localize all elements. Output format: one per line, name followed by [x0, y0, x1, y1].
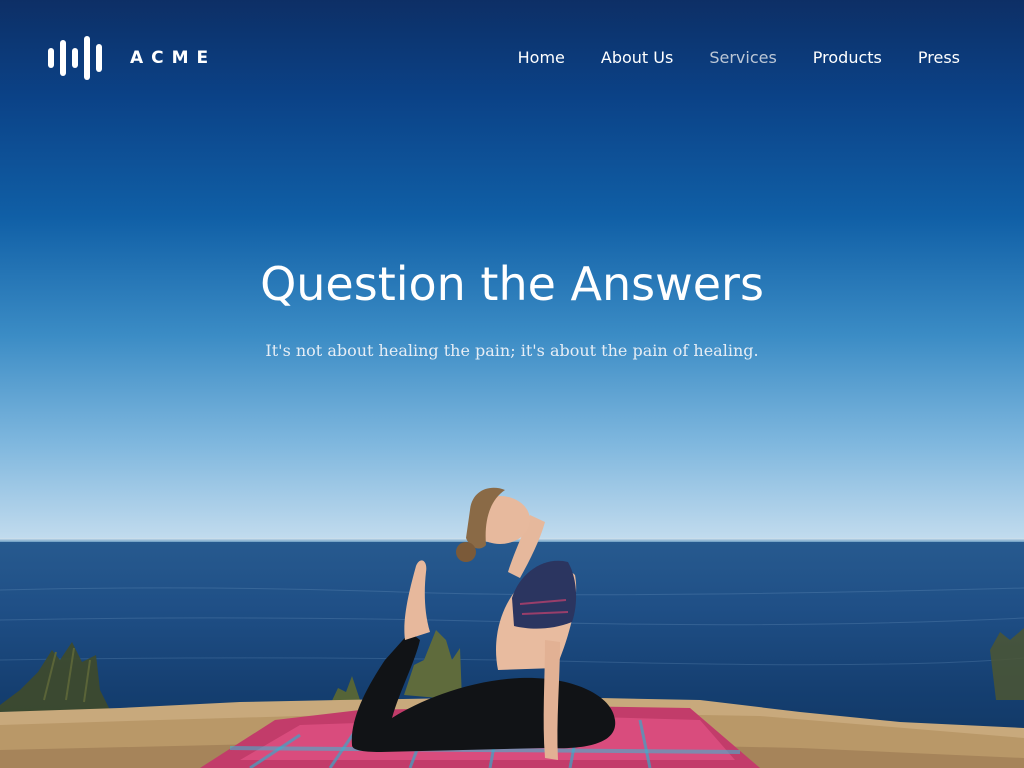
nav-item-services[interactable]: Services [709, 46, 776, 70]
nav-item-products[interactable]: Products [813, 46, 882, 70]
hero-title: Question the Answers [260, 257, 764, 311]
brand-name: ACME [130, 48, 217, 68]
hero-section: ACME Home About Us Services Products Pre… [0, 0, 1024, 768]
main-navigation: Home About Us Services Products Press [518, 46, 960, 70]
site-header: ACME Home About Us Services Products Pre… [0, 0, 1024, 116]
left-shrub [0, 642, 110, 712]
yoga-woman [351, 487, 616, 760]
nav-item-about-us[interactable]: About Us [601, 46, 673, 70]
right-shrub [990, 628, 1024, 700]
hero-subtitle: It's not about healing the pain; it's ab… [265, 341, 759, 360]
logo-link[interactable]: ACME [48, 36, 216, 80]
nav-item-home[interactable]: Home [518, 46, 565, 70]
sound-wave-bars-icon [48, 36, 102, 80]
nav-item-press[interactable]: Press [918, 46, 960, 70]
